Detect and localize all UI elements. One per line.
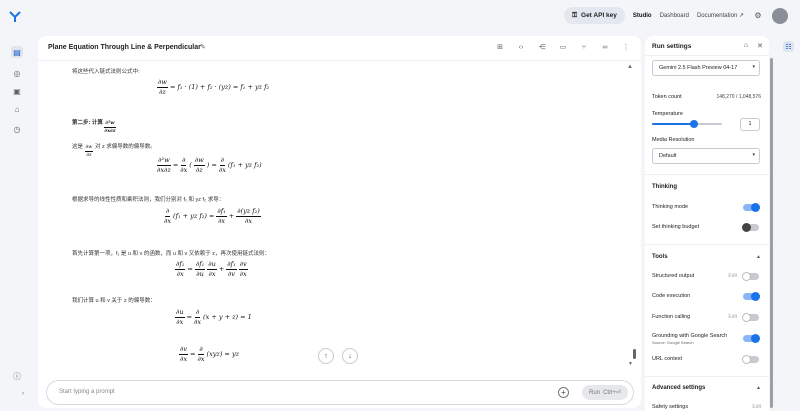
run-button[interactable]: Run Ctrl+⏎ [582, 385, 628, 400]
settings-gear-icon[interactable]: ⚙ [752, 10, 764, 22]
tune-settings-icon[interactable]: ☷ [783, 41, 794, 52]
ai-studio-logo-icon[interactable] [8, 9, 22, 23]
equation: ∂u ∂x = ∂ ∂x (x + y + z) = 1 [175, 308, 252, 326]
model-select[interactable]: Gemini 2.5 Flash Preview 04-17 ▾ [652, 60, 760, 76]
left-nav-rail: ▤ ◎ ▣ ⌂ ◷ ⓘ [0, 32, 34, 411]
link-icon[interactable]: ∞ [600, 42, 610, 52]
thinking-budget-label: Set thinking budget [652, 224, 700, 230]
divider [645, 174, 769, 175]
content-scrollbar[interactable] [633, 349, 636, 359]
save-icon[interactable]: ▭ [558, 42, 568, 52]
history-icon[interactable]: ◷ [11, 123, 23, 135]
paragraph: 首先计算第一项，f₁ 是 u 和 v 的函数，而 u 和 v 又依赖于 z，再次… [72, 251, 271, 257]
top-bar: ⚿ Get API key Studio Dashboard Documenta… [0, 0, 800, 32]
temperature-input[interactable]: 1 [740, 118, 760, 131]
scroll-down-icon[interactable]: ▼ [628, 361, 633, 367]
save-settings-icon[interactable]: ⌂ [744, 42, 748, 50]
info-icon[interactable]: ⓘ [11, 370, 23, 382]
dropdown-caret-icon: ▾ [752, 64, 755, 70]
stream-icon[interactable]: ◎ [11, 67, 23, 79]
token-count-label: Token count [652, 94, 682, 100]
documentation-link[interactable]: Documentation ↗ [697, 12, 744, 19]
url-context-label: URL context [652, 356, 683, 362]
advanced-settings-title: Advanced settings [652, 385, 706, 391]
settings-scrollbar[interactable] [770, 58, 773, 408]
media-generation-icon[interactable]: ▣ [11, 85, 23, 97]
add-media-icon[interactable]: + [558, 387, 569, 398]
thinking-mode-label: Thinking mode [652, 204, 689, 210]
expand-sidebar-icon[interactable]: › [22, 391, 24, 397]
paragraph: 将这些代入链式法则公式中: [72, 69, 140, 75]
prompt-panel: Plane Equation Through Line & Perpendicu… [38, 36, 641, 408]
equation: ∂v ∂x = ∂ ∂x (xyz) = yz [179, 345, 240, 363]
external-link-icon: ↗ [738, 13, 744, 19]
structured-output-toggle[interactable] [742, 272, 759, 281]
prompt-input[interactable]: Start typing a prompt + Run Ctrl+⏎ [46, 380, 634, 405]
equation: ∂ ∂x (f₁ + yz f₂) = ∂f₁ ∂x + ∂(yz f₂) ∂x [164, 207, 261, 225]
get-code-icon[interactable]: ‹› [516, 42, 526, 52]
scroll-up-icon[interactable]: ▲ [627, 64, 633, 70]
build-apps-icon[interactable]: ⌂ [11, 103, 23, 115]
prompt-title[interactable]: Plane Equation Through Line & Perpendicu… [48, 44, 201, 51]
media-resolution-select[interactable]: Default ▾ [652, 148, 760, 164]
collapse-tools-icon[interactable]: ▲ [756, 254, 761, 260]
code-execution-toggle[interactable] [743, 292, 760, 301]
safety-settings-label: Safety settings [652, 404, 689, 410]
token-count-value: 148,270 / 1,048,576 [716, 94, 762, 100]
scroll-up-button[interactable]: ↑ [318, 348, 334, 364]
key-icon: ⚿ [572, 11, 578, 19]
divider [645, 55, 769, 56]
divider [645, 244, 769, 245]
tools-section-title: Tools [652, 254, 668, 260]
studio-link[interactable]: Studio [633, 13, 652, 19]
paragraph: 我们计算 u 和 v 关于 z 的偏导数： [72, 298, 156, 304]
code-execution-label: Code execution [652, 293, 691, 299]
grounding-label: Grounding with Google Search [652, 333, 728, 339]
step-heading: 第二步: 计算 ∂²w ∂x∂z [72, 120, 116, 134]
thinking-mode-toggle[interactable] [743, 203, 760, 212]
paragraph: 这是 ∂w ∂z 对 z 求偏导数的偏导数。 [72, 144, 156, 158]
branch-icon[interactable]: ⑂ [579, 42, 589, 52]
media-resolution-label: Media Resolution [652, 137, 695, 143]
function-calling-toggle[interactable] [742, 313, 759, 322]
response-content: 将这些代入链式法则公式中: ∂w ∂z = f₁ · (1) + f₂ · (yz… [72, 64, 632, 374]
more-options-icon[interactable]: ⋮ [621, 42, 631, 52]
structured-output-label: Structured output [652, 273, 695, 279]
safety-settings-edit[interactable]: Edit [752, 404, 761, 410]
grounding-source: Source: Google Search [652, 340, 694, 345]
slider-thumb[interactable] [690, 120, 698, 128]
prompt-toolbar: ⊞ ‹› ⋲ ▭ ⑂ ∞ ⋮ [495, 42, 631, 52]
url-context-toggle[interactable] [742, 355, 759, 364]
edit-title-icon[interactable]: ✎ [200, 43, 206, 51]
temperature-label: Temperature [652, 111, 683, 117]
thinking-budget-toggle[interactable] [742, 223, 759, 232]
right-rail: ☷ [777, 36, 800, 411]
user-avatar[interactable] [772, 7, 788, 24]
equation: ∂f₁ ∂x = ∂f₁ ∂u ∂u ∂x + ∂f₁ ∂v ∂v ∂x [175, 260, 248, 278]
structured-output-edit[interactable]: Edit [728, 273, 737, 279]
compare-icon[interactable]: ⊞ [495, 42, 505, 52]
thinking-section-title: Thinking [652, 184, 677, 190]
equation: ∂w ∂z = f₁ · (1) + f₂ · (yz) = f₁ + yz f₂ [157, 78, 270, 96]
prompt-placeholder: Start typing a prompt [59, 389, 115, 395]
dashboard-link[interactable]: Dashboard [660, 13, 689, 19]
get-api-key-button[interactable]: ⚿ Get API key [564, 7, 625, 24]
slider-fill [652, 123, 694, 125]
paragraph: 根据求导的线性性质和乘积法则，我们分别对 f₁ 和 yz f₂ 求导： [72, 197, 225, 203]
share-icon[interactable]: ⋲ [537, 42, 547, 52]
close-icon[interactable]: ✕ [757, 42, 763, 50]
equation: ∂²w ∂x∂z = ∂ ∂x ( ∂w ∂z ) = ∂ ∂x (f₁ + yz f₂… [157, 156, 262, 174]
scroll-down-button[interactable]: ↓ [342, 348, 358, 364]
dropdown-caret-icon: ▾ [752, 152, 755, 158]
collapse-advanced-icon[interactable]: ▲ [756, 385, 761, 391]
header-divider [38, 60, 641, 61]
run-settings-title: Run settings [652, 43, 692, 50]
run-settings-panel: Run settings ⌂ ✕ Gemini 2.5 Flash Previe… [645, 36, 769, 411]
function-calling-label: Function calling [652, 314, 691, 320]
grounding-toggle[interactable] [743, 334, 760, 343]
function-calling-edit[interactable]: Edit [728, 314, 737, 320]
temperature-slider[interactable] [652, 120, 722, 128]
divider [645, 376, 769, 377]
chat-prompt-icon[interactable]: ▤ [11, 46, 23, 58]
